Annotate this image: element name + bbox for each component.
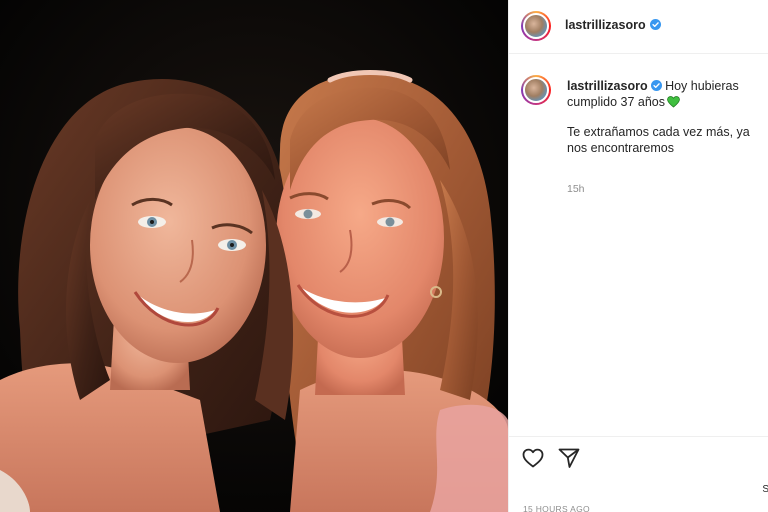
post-photo[interactable] <box>0 0 508 512</box>
post-timestamp[interactable]: 15 HOURS AGO <box>523 504 590 512</box>
post-actions-bar: S 15 HOURS AGO <box>509 436 768 512</box>
heart-outline-icon[interactable] <box>521 446 545 470</box>
save-icon-partial[interactable]: S <box>762 484 768 495</box>
avatar-image <box>523 13 549 39</box>
post-side-panel: lastrillizasoro lastrillizasoro Hoy hubi… <box>508 0 768 512</box>
caption-username[interactable]: lastrillizasoro <box>567 79 648 93</box>
photo-two-women-smiling <box>0 0 508 512</box>
post-caption: lastrillizasoro Hoy hubieras cumplido 37… <box>567 78 763 156</box>
paper-plane-icon[interactable] <box>557 446 581 470</box>
header-username[interactable]: lastrillizasoro <box>565 18 646 32</box>
caption-text-line2: Te extrañamos cada vez más, ya nos encon… <box>567 125 750 155</box>
instagram-post: lastrillizasoro lastrillizasoro Hoy hubi… <box>0 0 768 512</box>
avatar-image <box>523 77 549 103</box>
caption-avatar[interactable] <box>521 75 551 105</box>
comment-timestamp[interactable]: 15h <box>567 183 585 195</box>
verified-badge-icon <box>650 19 661 30</box>
header-avatar[interactable] <box>521 11 551 41</box>
post-header: lastrillizasoro <box>509 0 768 54</box>
verified-badge-icon <box>650 80 662 91</box>
green-heart-emoji <box>667 96 680 108</box>
